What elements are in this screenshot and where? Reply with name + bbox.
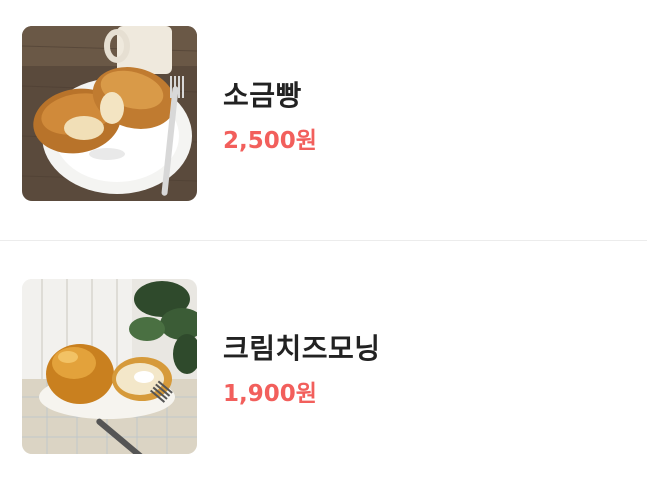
product-list: 소금빵 2,500원 크림치즈모닝 1,900원 (0, 0, 647, 489)
product-price: 2,500원 (223, 128, 317, 154)
product-name: 소금빵 (223, 79, 302, 112)
product-name: 크림치즈모닝 (223, 332, 381, 365)
divider (0, 240, 647, 241)
product-price: 1,900원 (223, 381, 317, 407)
list-item-cream-cheese-morning[interactable]: 크림치즈모닝 1,900원 (0, 253, 647, 454)
cream-cheese-morning-bread-photo (22, 279, 197, 454)
salt-bread-photo (22, 26, 197, 201)
list-item-salt-bread[interactable]: 소금빵 2,500원 (0, 0, 647, 201)
